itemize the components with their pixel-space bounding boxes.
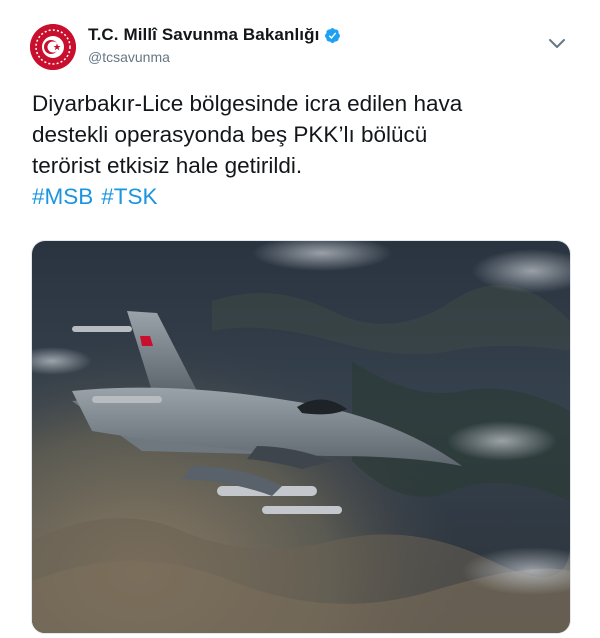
tweet-line: Diyarbakır-Lice bölgesinde icra edilen h… [32, 91, 463, 116]
fighter-jet-photo [32, 241, 570, 633]
tweet-line: terörist etkisiz hale getirildi. [32, 153, 303, 178]
hashtag-msb-link[interactable]: #MSB [32, 184, 93, 209]
display-name[interactable]: T.C. Millî Savunma Bakanlığı [88, 25, 319, 45]
account-avatar[interactable] [30, 24, 76, 70]
tweet-photo[interactable] [31, 240, 571, 634]
tweet-text: Diyarbakır-Lice bölgesinde icra edilen h… [32, 88, 572, 212]
chevron-down-icon[interactable] [548, 38, 566, 50]
tweet-line: destekli operasyonda beş PKK’lı bölücü [32, 122, 428, 147]
tweet-header: T.C. Millî Savunma Bakanlığı @tcsavunma [88, 24, 341, 65]
verified-badge-icon [325, 27, 341, 43]
msb-emblem-icon [30, 24, 76, 70]
hashtag-tsk-link[interactable]: #TSK [101, 184, 157, 209]
hashtag-row: #MSB #TSK [32, 181, 572, 212]
account-handle[interactable]: @tcsavunma [88, 49, 341, 65]
